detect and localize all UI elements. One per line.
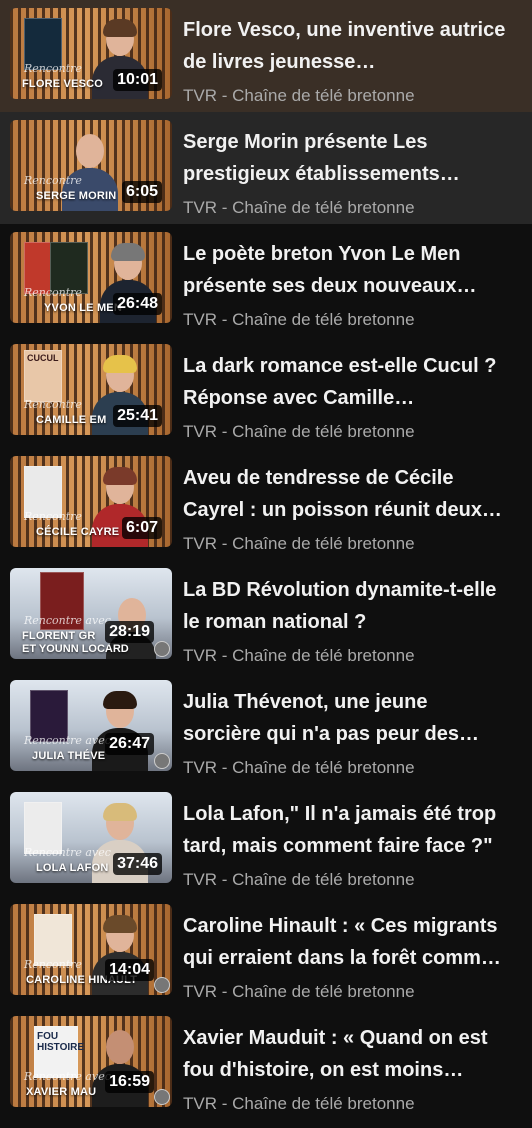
video-duration-badge: 25:41 xyxy=(113,405,162,427)
video-thumbnail[interactable]: Rencontre YVON LE MEN 26:48 xyxy=(10,232,172,323)
video-item[interactable]: Rencontre avec FLORENT GR ET YOUNN LOCAR… xyxy=(0,560,532,672)
video-thumbnail[interactable]: Rencontre CAROLINE HINAULT 14:04 xyxy=(10,904,172,995)
book-cover-title: FOU HISTOIRE xyxy=(37,1031,85,1053)
video-title[interactable]: Le poète breton Yvon Le Men présente ses … xyxy=(183,238,523,302)
video-list: Rencontre FLORE VESCO 10:01 Flore Vesco,… xyxy=(0,0,532,1128)
video-channel-name[interactable]: TVR - Chaîne de télé bretonne xyxy=(183,982,415,1002)
video-thumbnail[interactable]: Rencontre FLORE VESCO 10:01 xyxy=(10,8,172,99)
thumbnail-script-text: Rencontre xyxy=(24,398,82,411)
video-item[interactable]: Rencontre YVON LE MEN 26:48 Le poète bre… xyxy=(0,224,532,336)
thumbnail-script-text: Rencontre avec xyxy=(24,846,111,859)
thumbnail-guest-name: CAMILLE EM xyxy=(36,414,107,426)
video-channel-name[interactable]: TVR - Chaîne de télé bretonne xyxy=(183,534,415,554)
video-channel-name[interactable]: TVR - Chaîne de télé bretonne xyxy=(183,646,415,666)
video-item[interactable]: Rencontre avec JULIA THÉVE 26:47 Julia T… xyxy=(0,672,532,784)
thumbnail-script-text: Rencontre avec xyxy=(24,1070,111,1083)
video-channel-name[interactable]: TVR - Chaîne de télé bretonne xyxy=(183,422,415,442)
channel-logo-icon xyxy=(154,641,170,657)
thumbnail-script-text: Rencontre xyxy=(24,62,82,75)
video-thumbnail[interactable]: Rencontre avec LOLA LAFON 37:46 xyxy=(10,792,172,883)
thumbnail-guest-name: FLORENT GR xyxy=(22,630,96,642)
video-channel-name[interactable]: TVR - Chaîne de télé bretonne xyxy=(183,310,415,330)
video-title[interactable]: Lola Lafon," Il n'a jamais été trop tard,… xyxy=(183,798,523,862)
video-title[interactable]: La dark romance est-elle Cucul ? Réponse … xyxy=(183,350,523,414)
video-duration-badge: 10:01 xyxy=(113,69,162,91)
thumbnail-guest-name: CÉCILE CAYRE xyxy=(36,526,120,538)
video-item[interactable]: FOU HISTOIRE Rencontre avec XAVIER MAU 1… xyxy=(0,1008,532,1120)
video-channel-name[interactable]: TVR - Chaîne de télé bretonne xyxy=(183,198,415,218)
video-title[interactable]: Aveu de tendresse de Cécile Cayrel : un p… xyxy=(183,462,523,526)
video-duration-badge: 26:48 xyxy=(113,293,162,315)
channel-logo-icon xyxy=(154,753,170,769)
video-channel-name[interactable]: TVR - Chaîne de télé bretonne xyxy=(183,758,415,778)
thumbnail-script-text: Rencontre xyxy=(24,958,82,971)
video-title[interactable]: Serge Morin présente Les prestigieux étab… xyxy=(183,126,523,190)
video-thumbnail[interactable]: Rencontre CÉCILE CAYRE 6:07 xyxy=(10,456,172,547)
video-title[interactable]: Flore Vesco, une inventive autrice de liv… xyxy=(183,14,523,78)
thumbnail-script-text: Rencontre avec xyxy=(24,734,111,747)
video-title[interactable]: Julia Thévenot, une jeune sorcière qui n'… xyxy=(183,686,523,750)
channel-logo-icon xyxy=(154,977,170,993)
thumbnail-script-text: Rencontre xyxy=(24,174,82,187)
thumbnail-guest-name-line2: ET YOUNN LOCARD xyxy=(22,643,129,655)
video-duration-badge: 6:07 xyxy=(121,517,162,539)
video-item[interactable]: Rencontre SERGE MORIN 6:05 Serge Morin p… xyxy=(0,112,532,224)
book-cover-image: CUCUL xyxy=(24,350,62,402)
thumbnail-guest-name: YVON LE MEN xyxy=(44,302,122,314)
video-item[interactable]: Rencontre CAROLINE HINAULT 14:04 Carolin… xyxy=(0,896,532,1008)
thumbnail-guest-name: SERGE MORIN xyxy=(36,190,117,202)
video-thumbnail[interactable]: Rencontre SERGE MORIN 6:05 xyxy=(10,120,172,211)
video-item[interactable]: Rencontre FLORE VESCO 10:01 Flore Vesco,… xyxy=(0,0,532,112)
guest-portrait xyxy=(90,1030,150,1107)
video-item[interactable]: CUCUL Rencontre CAMILLE EM 25:41 La dark… xyxy=(0,336,532,448)
video-title[interactable]: Xavier Mauduit : « Quand on est fou d'his… xyxy=(183,1022,523,1086)
channel-logo-icon xyxy=(154,1089,170,1105)
thumbnail-guest-name: JULIA THÉVE xyxy=(32,750,106,762)
thumbnail-guest-name: FLORE VESCO xyxy=(22,78,104,90)
thumbnail-script-text: Rencontre xyxy=(24,286,82,299)
video-channel-name[interactable]: TVR - Chaîne de télé bretonne xyxy=(183,86,415,106)
book-cover-title: CUCUL xyxy=(27,353,59,363)
thumbnail-script-text: Rencontre avec xyxy=(24,614,111,627)
video-thumbnail[interactable]: Rencontre avec JULIA THÉVE 26:47 xyxy=(10,680,172,771)
video-duration-badge: 37:46 xyxy=(113,853,162,875)
video-title[interactable]: Caroline Hinault : « Ces migrants qui err… xyxy=(183,910,523,974)
video-duration-badge: 6:05 xyxy=(121,181,162,203)
video-thumbnail[interactable]: CUCUL Rencontre CAMILLE EM 25:41 xyxy=(10,344,172,435)
thumbnail-guest-name: LOLA LAFON xyxy=(36,862,109,874)
video-duration-badge: 16:59 xyxy=(105,1071,154,1093)
video-item[interactable]: Rencontre CÉCILE CAYRE 6:07 Aveu de tend… xyxy=(0,448,532,560)
video-duration-badge: 28:19 xyxy=(105,621,154,643)
thumbnail-guest-name: XAVIER MAU xyxy=(26,1086,97,1098)
video-duration-badge: 14:04 xyxy=(105,959,154,981)
video-channel-name[interactable]: TVR - Chaîne de télé bretonne xyxy=(183,870,415,890)
video-title[interactable]: La BD Révolution dynamite-t-elle le roman… xyxy=(183,574,523,638)
video-duration-badge: 26:47 xyxy=(105,733,154,755)
video-thumbnail[interactable]: Rencontre avec FLORENT GR ET YOUNN LOCAR… xyxy=(10,568,172,659)
video-thumbnail[interactable]: FOU HISTOIRE Rencontre avec XAVIER MAU 1… xyxy=(10,1016,172,1107)
video-item[interactable]: Rencontre avec LOLA LAFON 37:46 Lola Laf… xyxy=(0,784,532,896)
video-channel-name[interactable]: TVR - Chaîne de télé bretonne xyxy=(183,1094,415,1114)
thumbnail-script-text: Rencontre xyxy=(24,510,82,523)
